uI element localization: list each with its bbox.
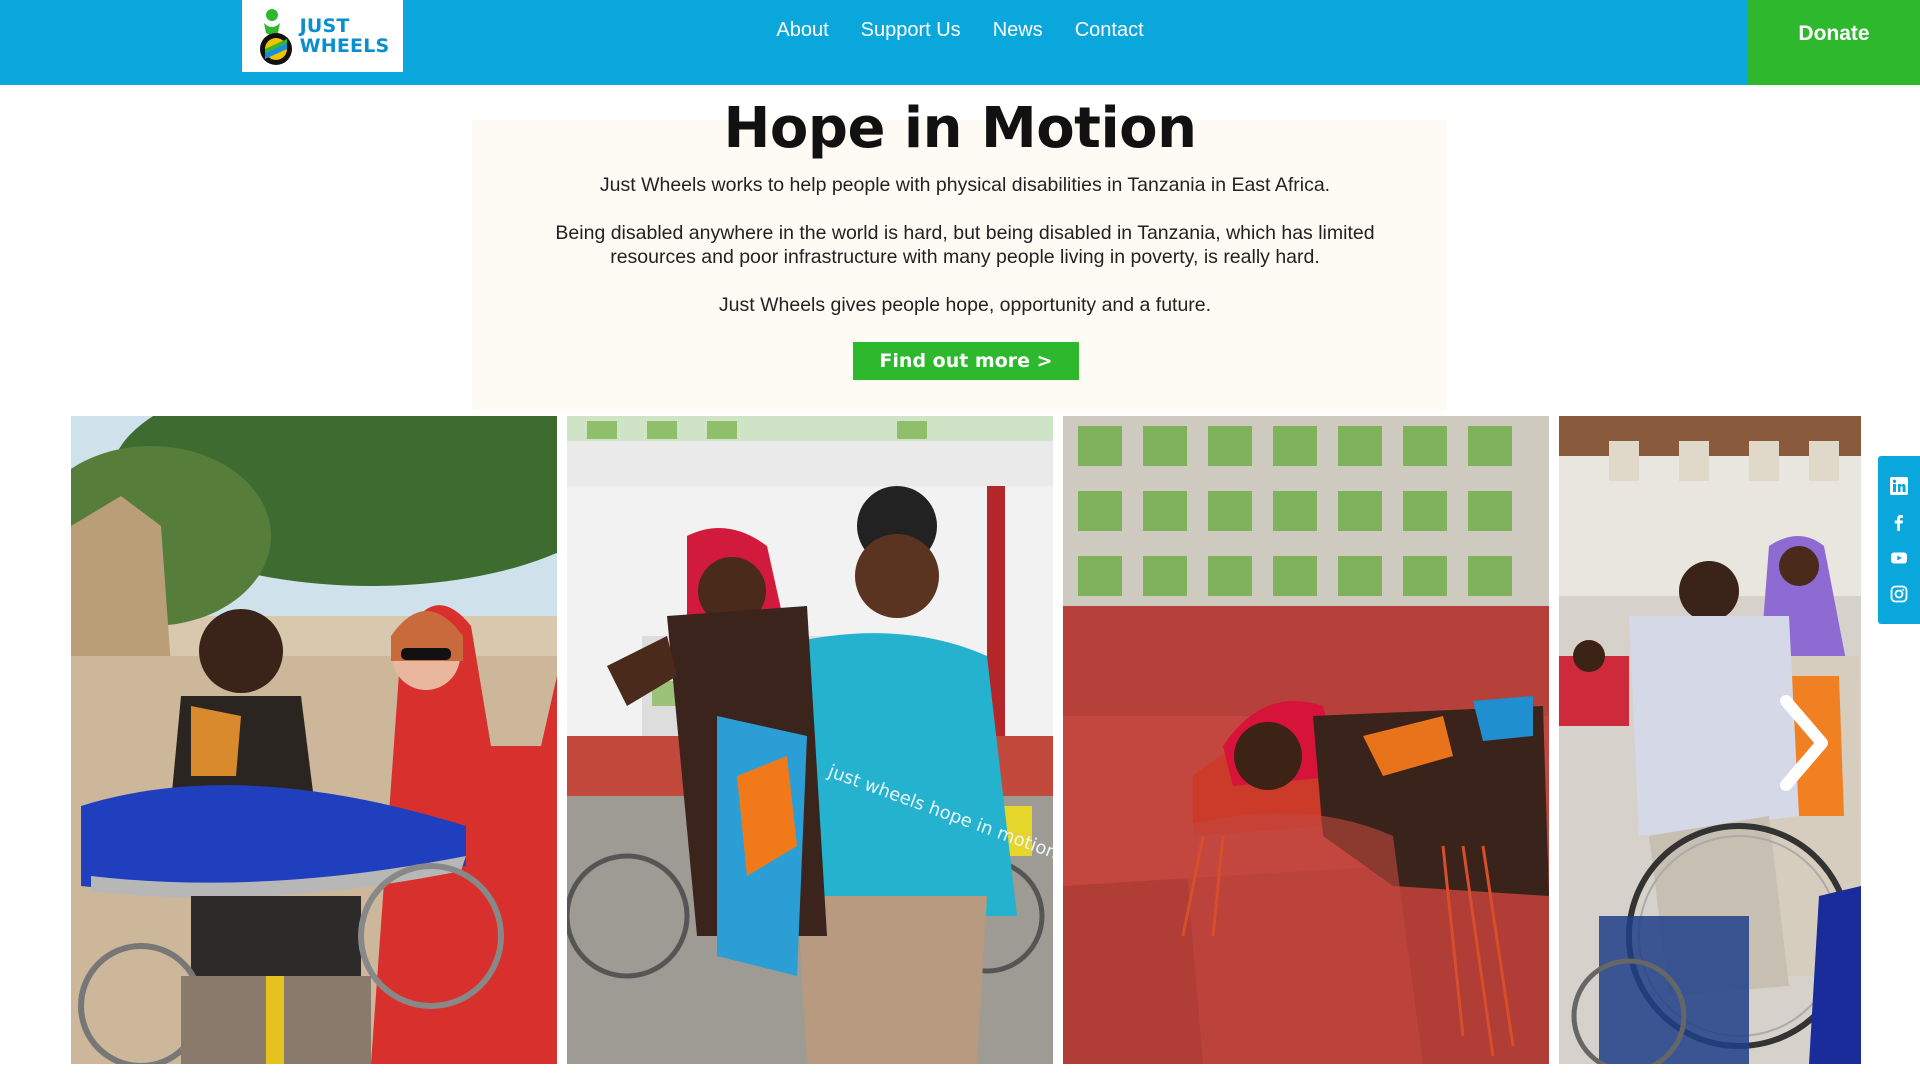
hero-paragraph-3: Just Wheels gives people hope, opportuni… bbox=[718, 294, 1212, 316]
donate-button[interactable]: Donate bbox=[1748, 0, 1920, 85]
social-bar bbox=[1878, 456, 1920, 624]
photo-boy-wheelchair-tray[interactable] bbox=[71, 416, 557, 1064]
photo-gallery: just wheels hope in motion bbox=[71, 416, 1861, 1064]
youtube-icon[interactable] bbox=[1889, 548, 1909, 568]
nav-support-us[interactable]: Support Us bbox=[861, 19, 961, 42]
photo-girl-lying-red-bench[interactable] bbox=[1063, 416, 1549, 1064]
find-out-more-button[interactable]: Find out more > bbox=[853, 342, 1079, 380]
gallery-next-chevron-right-icon[interactable] bbox=[1772, 693, 1832, 793]
page-title: Hope in Motion bbox=[723, 96, 1197, 161]
main-nav: About Support Us News Contact bbox=[0, 19, 1920, 42]
nav-about[interactable]: About bbox=[776, 19, 828, 42]
nav-news[interactable]: News bbox=[993, 19, 1043, 42]
hero-paragraph-2: Being disabled anywhere in the world is … bbox=[555, 222, 1375, 268]
hero-paragraph-1: Just Wheels works to help people with ph… bbox=[599, 174, 1331, 196]
instagram-icon[interactable] bbox=[1889, 584, 1909, 604]
facebook-icon[interactable] bbox=[1889, 512, 1909, 532]
linkedin-icon[interactable] bbox=[1889, 476, 1909, 496]
site-header: JUST WHEELS About Support Us News Contac… bbox=[0, 0, 1920, 85]
photo-girl-held-by-woman[interactable]: just wheels hope in motion bbox=[567, 416, 1053, 1064]
nav-contact[interactable]: Contact bbox=[1075, 19, 1144, 42]
